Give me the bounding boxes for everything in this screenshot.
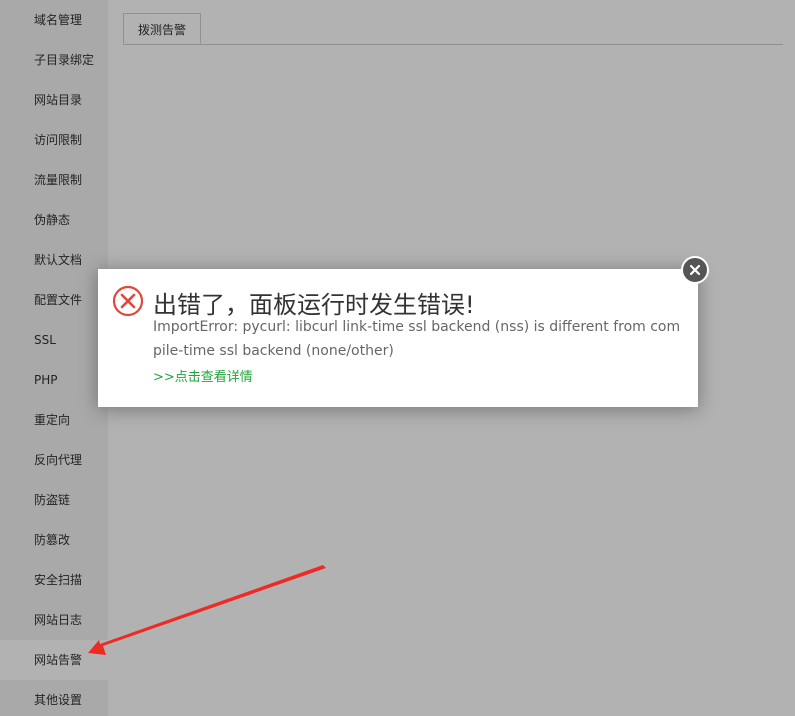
screen: 域名管理 子目录绑定 网站目录 访问限制 流量限制 伪静态 默认文档 配置文件 …: [0, 0, 795, 716]
close-button[interactable]: [681, 256, 709, 284]
error-dialog: 出错了，面板运行时发生错误! ImportError: pycurl: libc…: [98, 256, 709, 407]
dialog-message: ImportError: pycurl: libcurl link-time s…: [153, 319, 681, 359]
view-details-link[interactable]: >>点击查看详情: [153, 366, 253, 385]
close-icon: [689, 264, 701, 276]
error-x-circle-icon: [112, 285, 144, 317]
